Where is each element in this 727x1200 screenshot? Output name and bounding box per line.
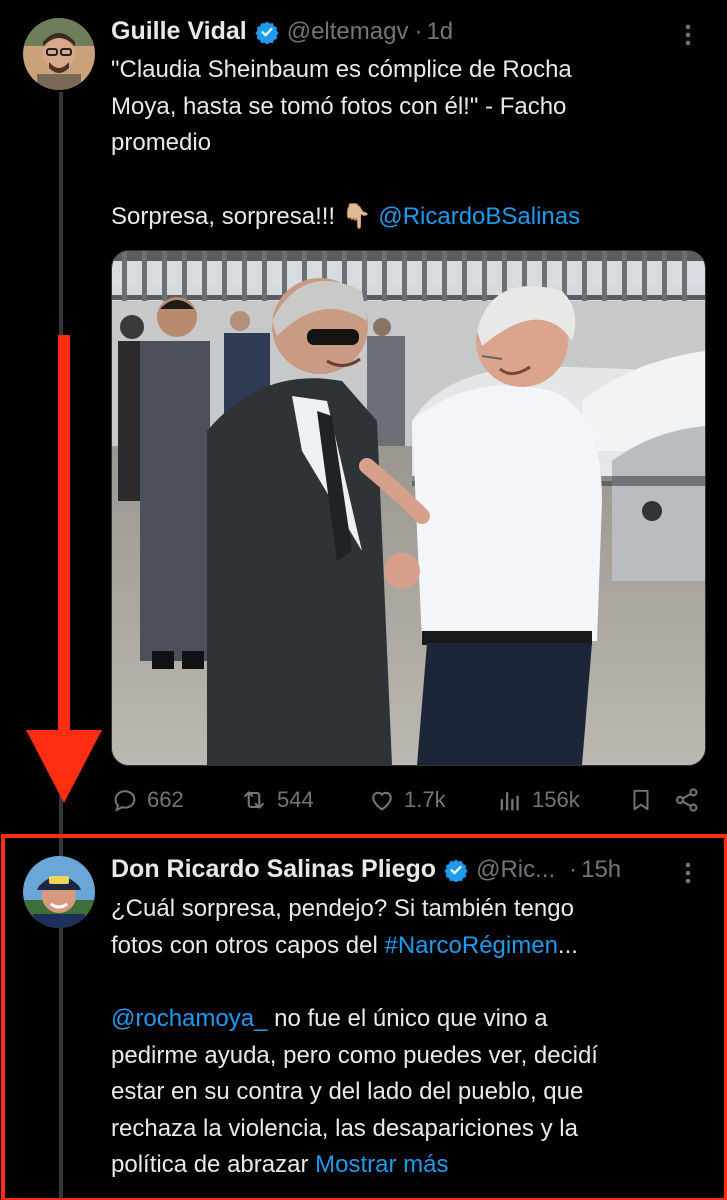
verified-badge-icon xyxy=(255,21,279,44)
author-name[interactable]: Guille Vidal xyxy=(111,17,247,46)
retweet-count: 544 xyxy=(277,787,314,812)
separator-dot: · xyxy=(414,17,423,45)
views-icon xyxy=(500,791,519,811)
thread-view: Guille Vidal @eltemagv · 1d "Claudia She… xyxy=(0,0,727,1200)
tweet1-photo[interactable] xyxy=(111,250,706,766)
tweet1-text: "Claudia Sheinbaum es cómplice de Rocha … xyxy=(111,52,711,235)
like-count: 1.7k xyxy=(404,787,446,812)
like-icon xyxy=(372,791,392,811)
share-button[interactable] xyxy=(673,786,709,814)
author-handle[interactable]: @eltemagv xyxy=(287,18,409,46)
pointing-down-emoji: 👇🏼 xyxy=(341,202,372,230)
timestamp[interactable]: 1d xyxy=(426,18,453,46)
tweet1-header: Guille Vidal @eltemagv · 1d xyxy=(111,17,453,46)
bookmark-icon xyxy=(633,789,649,811)
retweet-icon xyxy=(244,791,264,809)
tweet1-text-segment: Sorpresa, sorpresa!!! xyxy=(111,202,342,230)
like-button[interactable]: 1.7k xyxy=(368,786,446,814)
more-options-icon[interactable] xyxy=(683,24,693,46)
reply-icon xyxy=(114,790,136,812)
red-highlight-box xyxy=(1,834,727,1200)
avatar-guille-vidal[interactable] xyxy=(23,18,95,90)
tweet1-line: promedio xyxy=(111,129,212,156)
tweet1-action-bar: 662 544 1.7k 156k xyxy=(111,786,711,818)
reply-count: 662 xyxy=(147,787,184,812)
tweet1-line: Sorpresa, sorpresa!!! 👇🏼 @RicardoBSalina… xyxy=(111,199,711,236)
reply-button[interactable]: 662 xyxy=(111,786,184,814)
retweet-button[interactable]: 544 xyxy=(239,786,314,814)
share-icon xyxy=(675,788,698,812)
red-arrow-annotation xyxy=(26,335,102,803)
tweet1-line: Moya, hasta se tomó fotos con él!" - Fac… xyxy=(111,92,567,120)
bookmark-button[interactable] xyxy=(628,786,662,814)
mention-link[interactable]: @RicardoBSalinas xyxy=(378,203,580,230)
views-button[interactable]: 156k xyxy=(496,786,580,814)
tweet1-line: "Claudia Sheinbaum es cómplice de Rocha xyxy=(111,56,572,83)
views-count: 156k xyxy=(532,787,580,812)
